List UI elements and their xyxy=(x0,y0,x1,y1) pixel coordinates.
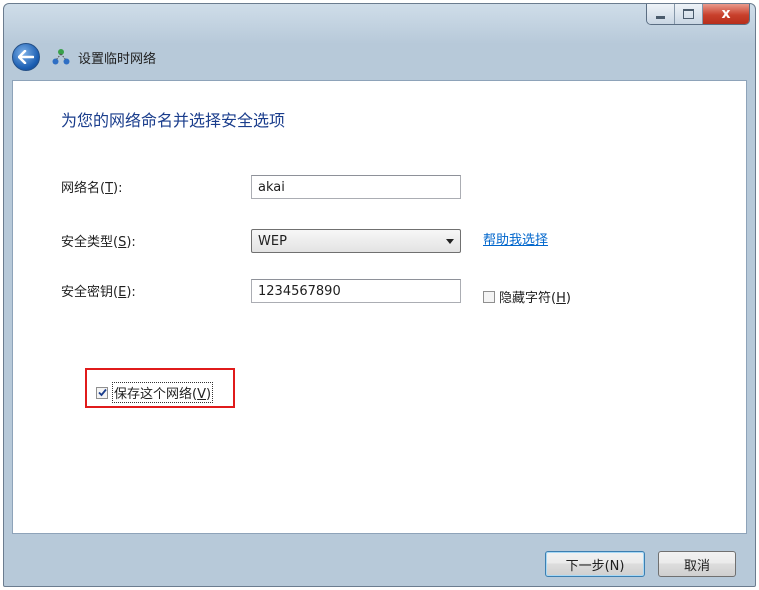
save-network-checkbox[interactable] xyxy=(96,386,108,399)
wizard-footer: 下一步(N) 取消 xyxy=(4,534,755,586)
network-name-input[interactable]: akai xyxy=(251,175,461,199)
minimize-button[interactable] xyxy=(647,4,675,24)
caption-buttons: x xyxy=(646,4,750,25)
chevron-down-icon xyxy=(446,238,454,244)
checkmark-icon xyxy=(97,388,107,397)
security-type-select[interactable]: WEP xyxy=(251,229,461,253)
security-key-input[interactable]: 1234567890 xyxy=(251,279,461,303)
section-heading: 为您的网络命名并选择安全选项 xyxy=(61,111,286,130)
hide-characters-option[interactable]: 隐藏字符(H) xyxy=(483,287,571,306)
security-type-label: 安全类型(S): xyxy=(61,235,136,250)
cancel-button[interactable]: 取消 xyxy=(658,551,736,577)
wizard-nav-bar: 设置临时网络 xyxy=(4,34,755,80)
wizard-content: 为您的网络命名并选择安全选项 网络名(T): akai 安全类型(S): WEP… xyxy=(12,80,747,534)
network-name-label: 网络名(T): xyxy=(61,181,123,196)
maximize-button[interactable] xyxy=(675,4,703,24)
hide-characters-label: 隐藏字符(H) xyxy=(499,291,571,306)
title-bar: x xyxy=(4,4,755,34)
maximize-icon xyxy=(683,9,694,19)
page-title: 设置临时网络 xyxy=(78,51,157,67)
hide-characters-checkbox[interactable] xyxy=(483,290,495,303)
next-button[interactable]: 下一步(N) xyxy=(545,551,645,577)
close-button[interactable]: x xyxy=(703,4,749,24)
back-arrow-icon[interactable] xyxy=(12,43,40,71)
help-me-choose-link[interactable]: 帮助我选择 xyxy=(483,229,548,248)
security-key-label: 安全密钥(E): xyxy=(61,285,136,300)
network-icon xyxy=(52,49,70,65)
minimize-icon xyxy=(656,15,665,19)
save-network-option[interactable]: 保存这个网络(V) xyxy=(96,382,214,403)
close-icon: x xyxy=(721,6,731,22)
wizard-window: x 设置临时网络 为您的网络命名并选择安全选项 网络名(T): akai 安全类… xyxy=(3,3,756,587)
save-network-label: 保存这个网络(V) xyxy=(112,382,214,403)
